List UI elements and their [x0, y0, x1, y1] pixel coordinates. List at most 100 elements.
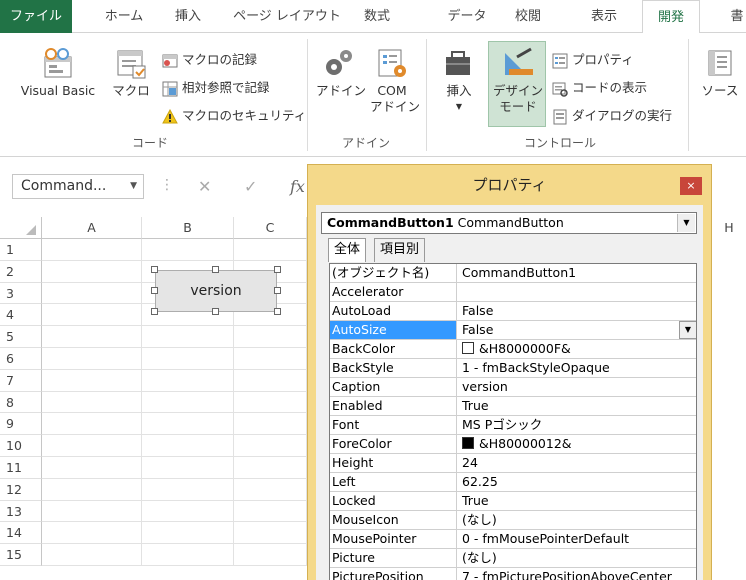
cell[interactable]	[42, 544, 142, 566]
cell[interactable]	[42, 522, 142, 545]
run-dialog-button[interactable]: ダイアログの実行	[552, 105, 672, 127]
cell[interactable]	[142, 326, 234, 348]
cell[interactable]	[42, 260, 142, 283]
column-header-b[interactable]: B	[142, 217, 234, 239]
property-value[interactable]: 0 - fmMousePointerDefault	[458, 530, 696, 548]
cell[interactable]	[42, 435, 142, 457]
property-row[interactable]: ForeColor &H80000012&	[330, 435, 696, 454]
cell[interactable]	[142, 457, 234, 479]
macro-button[interactable]: マクロ	[108, 47, 154, 99]
cancel-icon[interactable]: ✕	[198, 177, 211, 196]
properties-title[interactable]: プロパティ	[308, 165, 711, 205]
cell[interactable]	[234, 544, 307, 566]
record-macro-button[interactable]: マクロの記録	[162, 49, 257, 71]
property-row[interactable]: MousePointer 0 - fmMousePointerDefault	[330, 530, 696, 549]
resize-handle[interactable]	[274, 287, 281, 294]
row-header[interactable]: 9	[0, 413, 42, 436]
cell[interactable]	[142, 435, 234, 457]
cell[interactable]	[234, 369, 307, 392]
tab-insert[interactable]: 挿入	[168, 0, 208, 33]
row-header[interactable]: 14	[0, 522, 42, 545]
resize-handle[interactable]	[274, 308, 281, 315]
column-header-c[interactable]: C	[234, 217, 307, 239]
property-row[interactable]: (オブジェクト名) CommandButton1	[330, 264, 696, 283]
property-value[interactable]: 1 - fmBackStyleOpaque	[458, 359, 696, 377]
cell[interactable]	[142, 348, 234, 370]
property-value[interactable]: MS Pゴシック	[458, 416, 696, 434]
visual-basic-button[interactable]: Visual Basic	[12, 47, 104, 99]
property-value[interactable]: 7 - fmPicturePositionAboveCenter	[458, 568, 696, 580]
row-header[interactable]: 1	[0, 239, 42, 261]
relative-reference-button[interactable]: 相対参照で記録	[162, 77, 270, 99]
tab-categorized[interactable]: 項目別	[374, 238, 426, 262]
com-addin-button[interactable]: COM アドイン	[370, 47, 420, 115]
cell[interactable]	[234, 348, 307, 370]
property-row[interactable]: AutoSize False ▼	[330, 321, 696, 340]
row-header[interactable]: 5	[0, 326, 42, 348]
property-row[interactable]: Picture (なし)	[330, 549, 696, 568]
chevron-down-icon[interactable]: ▼	[679, 321, 696, 339]
tab-data[interactable]: データ	[442, 0, 492, 33]
property-row[interactable]: PicturePosition 7 - fmPicturePositionAbov…	[330, 568, 696, 580]
enter-icon[interactable]: ✓	[244, 177, 257, 196]
property-value[interactable]: (なし)	[458, 549, 696, 567]
cell[interactable]	[142, 522, 234, 545]
cell[interactable]	[234, 478, 307, 501]
row-header[interactable]: 15	[0, 544, 42, 566]
cell[interactable]	[142, 369, 234, 392]
close-button[interactable]: ×	[680, 177, 702, 195]
command-button-version[interactable]: version	[155, 270, 277, 312]
resize-handle[interactable]	[212, 308, 219, 315]
resize-handle[interactable]	[151, 287, 158, 294]
property-value[interactable]: 62.25	[458, 473, 696, 491]
tab-page-layout[interactable]: ページ レイアウト	[228, 0, 346, 33]
addin-button[interactable]: アドイン	[316, 47, 366, 99]
cell[interactable]	[42, 500, 142, 523]
property-value[interactable]: &H8000000F&	[458, 340, 696, 358]
cell[interactable]	[142, 391, 234, 414]
property-row[interactable]: MouseIcon (なし)	[330, 511, 696, 530]
design-mode-button[interactable]: デザイン モード	[490, 47, 546, 115]
resize-handle[interactable]	[212, 266, 219, 273]
row-header[interactable]: 8	[0, 391, 42, 414]
cell[interactable]	[42, 457, 142, 479]
cell[interactable]	[42, 239, 142, 261]
property-row[interactable]: Font MS Pゴシック	[330, 416, 696, 435]
resize-handle[interactable]	[151, 308, 158, 315]
property-row[interactable]: Caption version	[330, 378, 696, 397]
column-header-h[interactable]: H	[712, 217, 746, 239]
cell[interactable]	[142, 478, 234, 501]
cell[interactable]	[42, 478, 142, 501]
property-value[interactable]: False	[458, 302, 696, 320]
cell[interactable]	[42, 391, 142, 414]
property-row[interactable]: Height 24	[330, 454, 696, 473]
chevron-down-icon[interactable]: ▼	[130, 175, 137, 198]
property-row[interactable]: Left 62.25	[330, 473, 696, 492]
row-header[interactable]: 7	[0, 369, 42, 392]
property-row[interactable]: Locked True	[330, 492, 696, 511]
property-value[interactable]: 24	[458, 454, 696, 472]
row-header[interactable]: 2	[0, 260, 42, 283]
cell[interactable]	[142, 413, 234, 436]
property-row[interactable]: AutoLoad False	[330, 302, 696, 321]
property-row[interactable]: Accelerator	[330, 283, 696, 302]
resize-handle[interactable]	[274, 266, 281, 273]
resize-handle[interactable]	[151, 266, 158, 273]
tab-more[interactable]: 書	[728, 0, 746, 33]
tab-review[interactable]: 校閲	[508, 0, 548, 33]
insert-function-icon[interactable]: fx	[290, 177, 305, 196]
tab-file[interactable]: ファイル	[0, 0, 72, 33]
property-value[interactable]	[458, 283, 696, 301]
select-all-corner[interactable]	[0, 217, 42, 239]
cell[interactable]	[42, 304, 142, 327]
row-header[interactable]: 11	[0, 457, 42, 479]
property-row[interactable]: Enabled True	[330, 397, 696, 416]
row-header[interactable]: 12	[0, 478, 42, 501]
cell[interactable]	[142, 239, 234, 261]
view-code-button[interactable]: コードの表示	[552, 77, 647, 99]
cell[interactable]	[234, 457, 307, 479]
macro-security-button[interactable]: マクロのセキュリティ	[162, 105, 306, 127]
cell[interactable]	[142, 500, 234, 523]
object-selector[interactable]: CommandButton1 CommandButton ▼	[321, 212, 697, 234]
row-header[interactable]: 10	[0, 435, 42, 457]
